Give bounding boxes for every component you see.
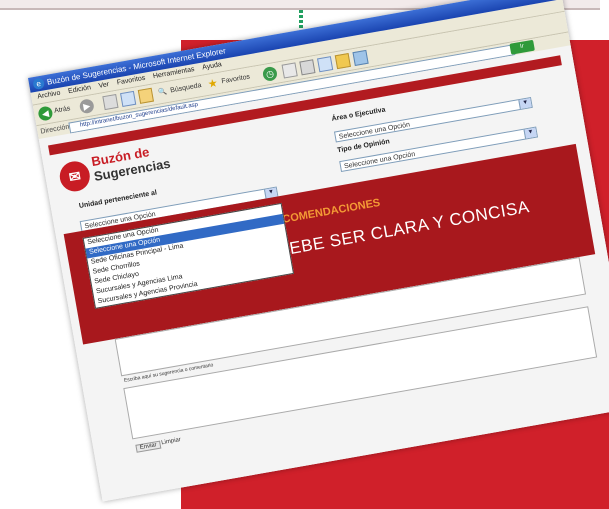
chevron-down-icon[interactable]: ▼	[523, 127, 537, 139]
mail-icon[interactable]	[281, 62, 298, 79]
folder-icon[interactable]	[334, 52, 351, 70]
forward-arrow-icon[interactable]: ▶	[78, 98, 95, 115]
internet-explorer-icon: e	[32, 77, 46, 91]
back-arrow-icon[interactable]: ◀	[37, 105, 54, 122]
unit-label: Unidad perteneciente al	[78, 189, 158, 211]
menu-edicion[interactable]: Edición	[68, 84, 92, 95]
edit-icon[interactable]	[317, 56, 334, 73]
menu-archivo[interactable]: Archivo	[37, 90, 61, 101]
suggestion-logo-icon: ✉	[57, 158, 93, 194]
home-icon[interactable]	[137, 87, 154, 104]
favorites-button-label[interactable]: Favoritos	[220, 71, 251, 90]
search-icon[interactable]: 🔍	[157, 85, 168, 100]
search-button-label[interactable]: Búsqueda	[169, 79, 202, 98]
clear-button[interactable]: Limpiar	[161, 437, 181, 446]
area-select-value: Seleccione una Opción	[338, 121, 411, 141]
history-icon[interactable]: ◷	[261, 65, 279, 83]
menu-ver[interactable]: Ver	[98, 81, 110, 90]
messenger-icon[interactable]	[352, 49, 369, 67]
browser-window: e Buzón de Sugerencias - Microsoft Inter…	[28, 0, 609, 502]
back-button-label[interactable]: Atrás	[53, 102, 72, 119]
menu-ayuda[interactable]: Ayuda	[202, 61, 223, 71]
area-label: Área o Ejecutiva	[331, 106, 387, 123]
refresh-icon[interactable]	[120, 90, 137, 108]
stop-icon[interactable]	[102, 93, 119, 111]
opinion-type-select-value: Seleccione una Opción	[343, 150, 416, 171]
send-button[interactable]: Enviar	[135, 440, 162, 453]
favorites-star-icon[interactable]: ★	[207, 76, 219, 92]
chevron-down-icon[interactable]: ▼	[518, 98, 532, 110]
print-icon[interactable]	[299, 59, 316, 76]
